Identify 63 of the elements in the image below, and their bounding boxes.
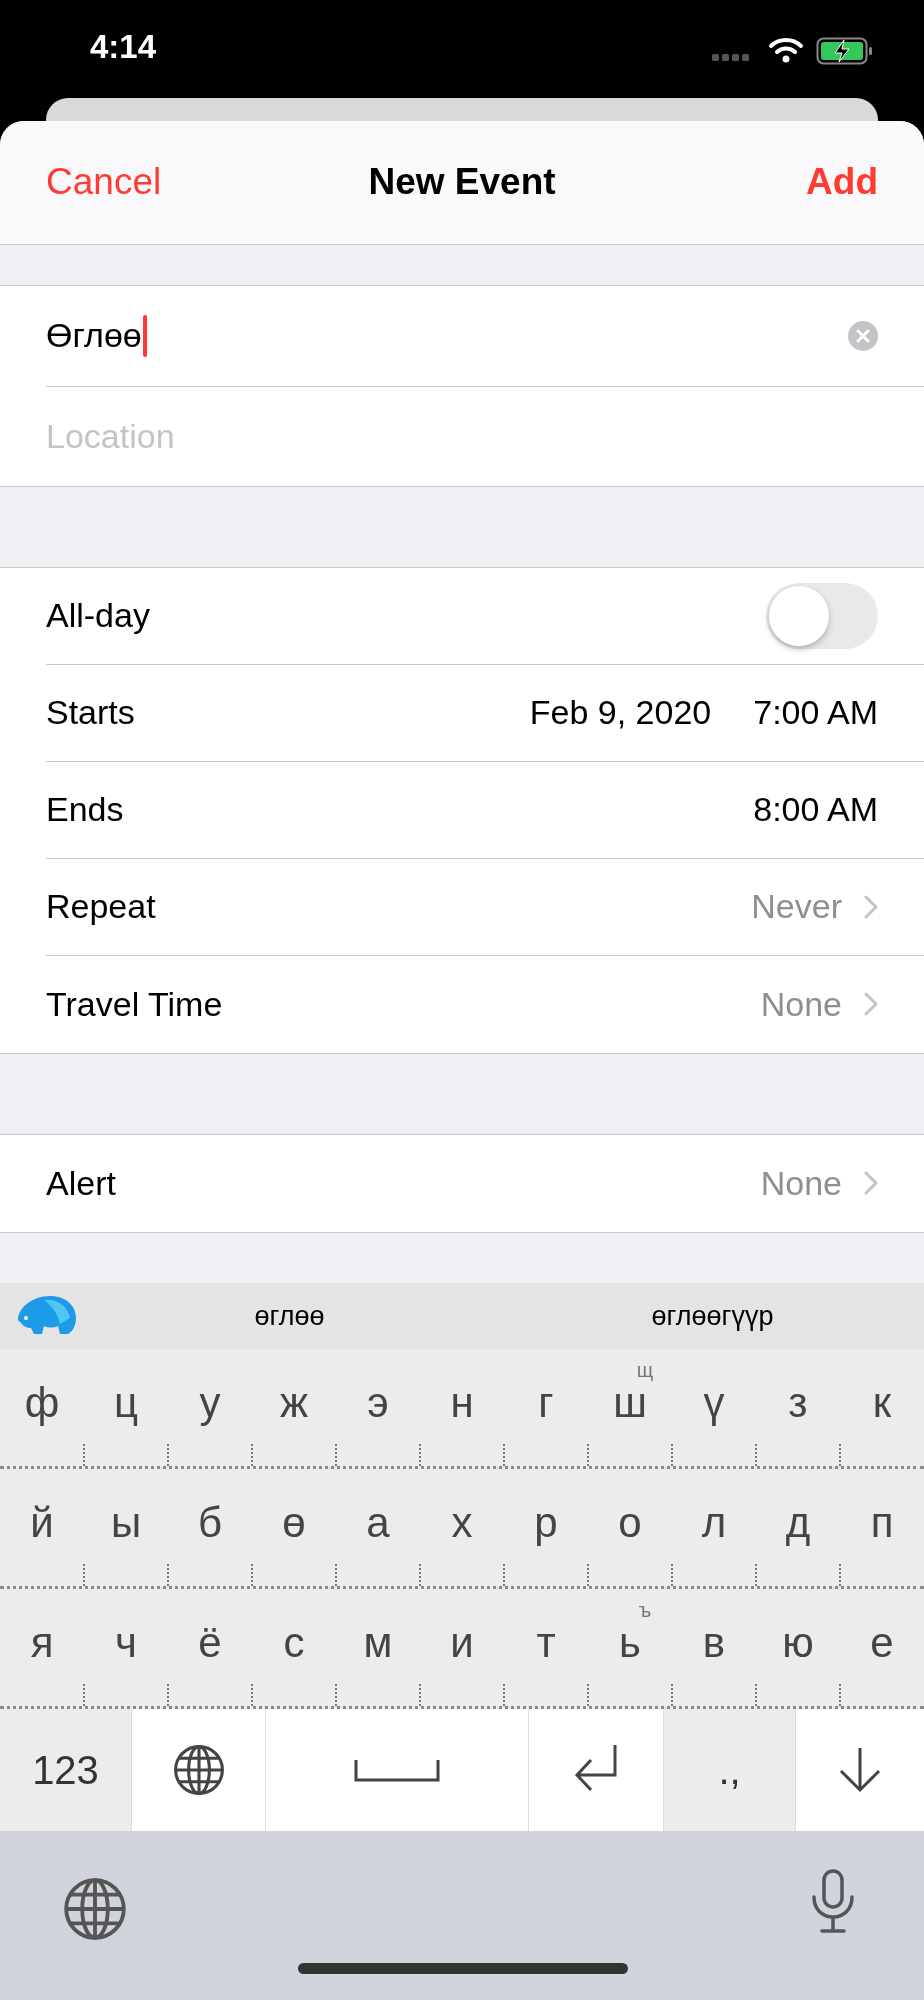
key[interactable]: ү — [672, 1349, 756, 1466]
key[interactable]: э — [336, 1349, 420, 1466]
chevron-icon — [864, 894, 878, 919]
chevron-icon — [864, 1171, 878, 1196]
row-label: Travel Time — [46, 984, 224, 1024]
key[interactable]: т — [504, 1589, 588, 1706]
key[interactable]: щ ш — [588, 1349, 672, 1466]
signal-icon — [712, 54, 750, 62]
key[interactable]: г — [504, 1349, 588, 1466]
text-cursor — [142, 314, 147, 357]
key[interactable]: с — [252, 1589, 336, 1706]
status-time: 4:14 — [90, 28, 157, 66]
key[interactable]: ъ ь — [588, 1589, 672, 1706]
battery-charging-icon — [816, 37, 874, 65]
toggle-switch[interactable] — [766, 582, 878, 649]
key[interactable]: е — [840, 1589, 924, 1706]
row-value: Never — [751, 887, 842, 927]
date-value[interactable]: Feb 9, 2020 — [529, 693, 712, 733]
key[interactable]: ө — [252, 1469, 336, 1586]
key[interactable]: ц — [84, 1349, 168, 1466]
key[interactable]: л — [672, 1469, 756, 1586]
key[interactable]: р — [504, 1469, 588, 1586]
key[interactable]: ю — [756, 1589, 840, 1706]
sheet-title: New Event — [368, 161, 556, 203]
chevron-icon — [864, 992, 878, 1017]
key[interactable]: н — [420, 1349, 504, 1466]
row-value: None — [760, 1163, 842, 1203]
space-bar-icon[interactable] — [354, 1758, 440, 1782]
key[interactable]: м — [336, 1589, 420, 1706]
key[interactable]: ж — [252, 1349, 336, 1466]
suggestion[interactable]: өглөө — [78, 1300, 501, 1332]
key[interactable]: д — [756, 1469, 840, 1586]
key[interactable]: б — [168, 1469, 252, 1586]
suggestion[interactable]: өглөөгүүр — [501, 1300, 924, 1332]
title-field[interactable]: Өглөө — [46, 316, 142, 356]
key[interactable]: к — [840, 1349, 924, 1466]
row-label: Repeat — [46, 887, 157, 927]
row-label: Starts — [46, 693, 136, 733]
row-value: None — [760, 984, 842, 1024]
key[interactable]: п — [840, 1469, 924, 1586]
key[interactable]: и — [420, 1589, 504, 1706]
key[interactable]: в — [672, 1589, 756, 1706]
row-label: Alert — [46, 1163, 117, 1203]
row-label: Ends — [46, 790, 125, 830]
down-arrow-icon[interactable] — [838, 1746, 882, 1794]
key[interactable]: я — [0, 1589, 84, 1706]
time-value[interactable]: 8:00 AM — [753, 790, 878, 830]
key[interactable]: х — [420, 1469, 504, 1586]
globe-icon[interactable] — [63, 1877, 127, 1941]
key[interactable]: ы — [84, 1469, 168, 1586]
key[interactable]: й — [0, 1469, 84, 1586]
key[interactable]: ф — [0, 1349, 84, 1466]
key[interactable]: у — [168, 1349, 252, 1466]
microphone-icon[interactable] — [810, 1869, 856, 1935]
key[interactable]: ё — [168, 1589, 252, 1706]
time-value[interactable]: 7:00 AM — [753, 693, 878, 733]
globe-icon[interactable] — [172, 1744, 225, 1796]
key[interactable]: ч — [84, 1589, 168, 1706]
key[interactable]: з — [756, 1349, 840, 1466]
row-label: All-day — [46, 596, 151, 636]
wifi-icon — [768, 36, 804, 64]
key[interactable]: а — [336, 1469, 420, 1586]
key[interactable]: о — [588, 1469, 672, 1586]
